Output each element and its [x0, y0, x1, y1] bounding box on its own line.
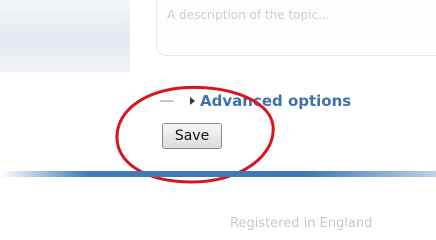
- footer-divider-bar: [0, 171, 436, 177]
- save-button[interactable]: Save: [162, 123, 222, 149]
- description-textarea[interactable]: A description of the topic...: [156, 0, 436, 56]
- advanced-options-link[interactable]: Advanced options: [200, 92, 351, 110]
- divider-dash: [160, 100, 174, 102]
- footer-registration-text: Registered in England: [230, 216, 373, 231]
- advanced-options-row[interactable]: Advanced options: [160, 91, 351, 111]
- expand-arrow-icon[interactable]: [190, 97, 195, 105]
- header-gradient-panel: [0, 0, 130, 72]
- description-placeholder: A description of the topic...: [167, 8, 330, 22]
